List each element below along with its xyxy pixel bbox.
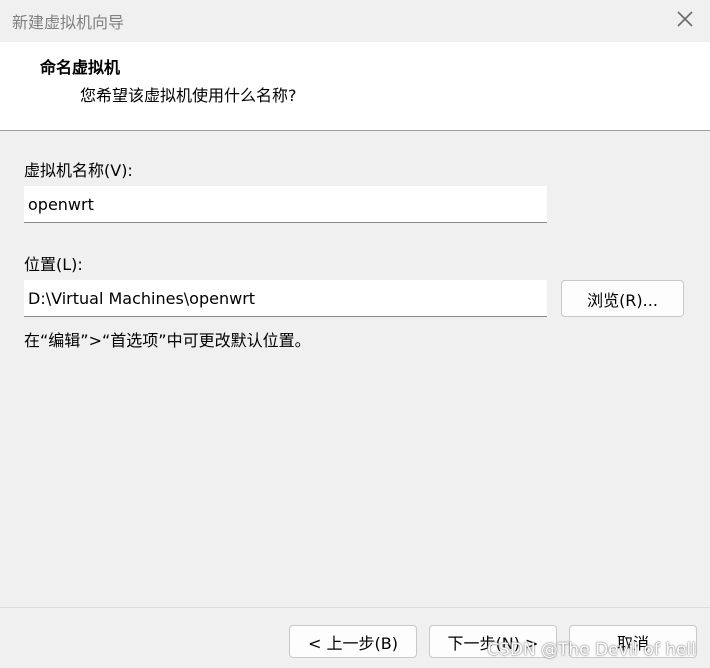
browse-button[interactable]: 浏览(R)... — [561, 280, 684, 317]
vm-name-label: 虚拟机名称(V): — [24, 161, 133, 180]
vm-name-input[interactable] — [24, 186, 547, 223]
next-button[interactable]: 下一步(N) > — [429, 625, 557, 658]
default-location-hint: 在“编辑”>“首选项”中可更改默认位置。 — [24, 331, 311, 350]
page-subtitle: 您希望该虚拟机使用什么名称? — [80, 86, 297, 105]
wizard-header: 命名虚拟机 您希望该虚拟机使用什么名称? — [0, 42, 710, 131]
close-icon[interactable] — [676, 10, 694, 28]
new-vm-wizard-window: 新建虚拟机向导 命名虚拟机 您希望该虚拟机使用什么名称? 虚拟机名称(V): 位… — [0, 0, 710, 668]
title-bar: 新建虚拟机向导 — [0, 0, 710, 42]
window-title: 新建虚拟机向导 — [12, 13, 125, 32]
page-title: 命名虚拟机 — [40, 58, 121, 77]
location-label: 位置(L): — [24, 255, 83, 274]
footer-divider — [0, 607, 710, 608]
back-button[interactable]: < 上一步(B) — [289, 625, 417, 658]
cancel-button[interactable]: 取消 — [569, 625, 697, 658]
location-input[interactable] — [24, 280, 547, 317]
